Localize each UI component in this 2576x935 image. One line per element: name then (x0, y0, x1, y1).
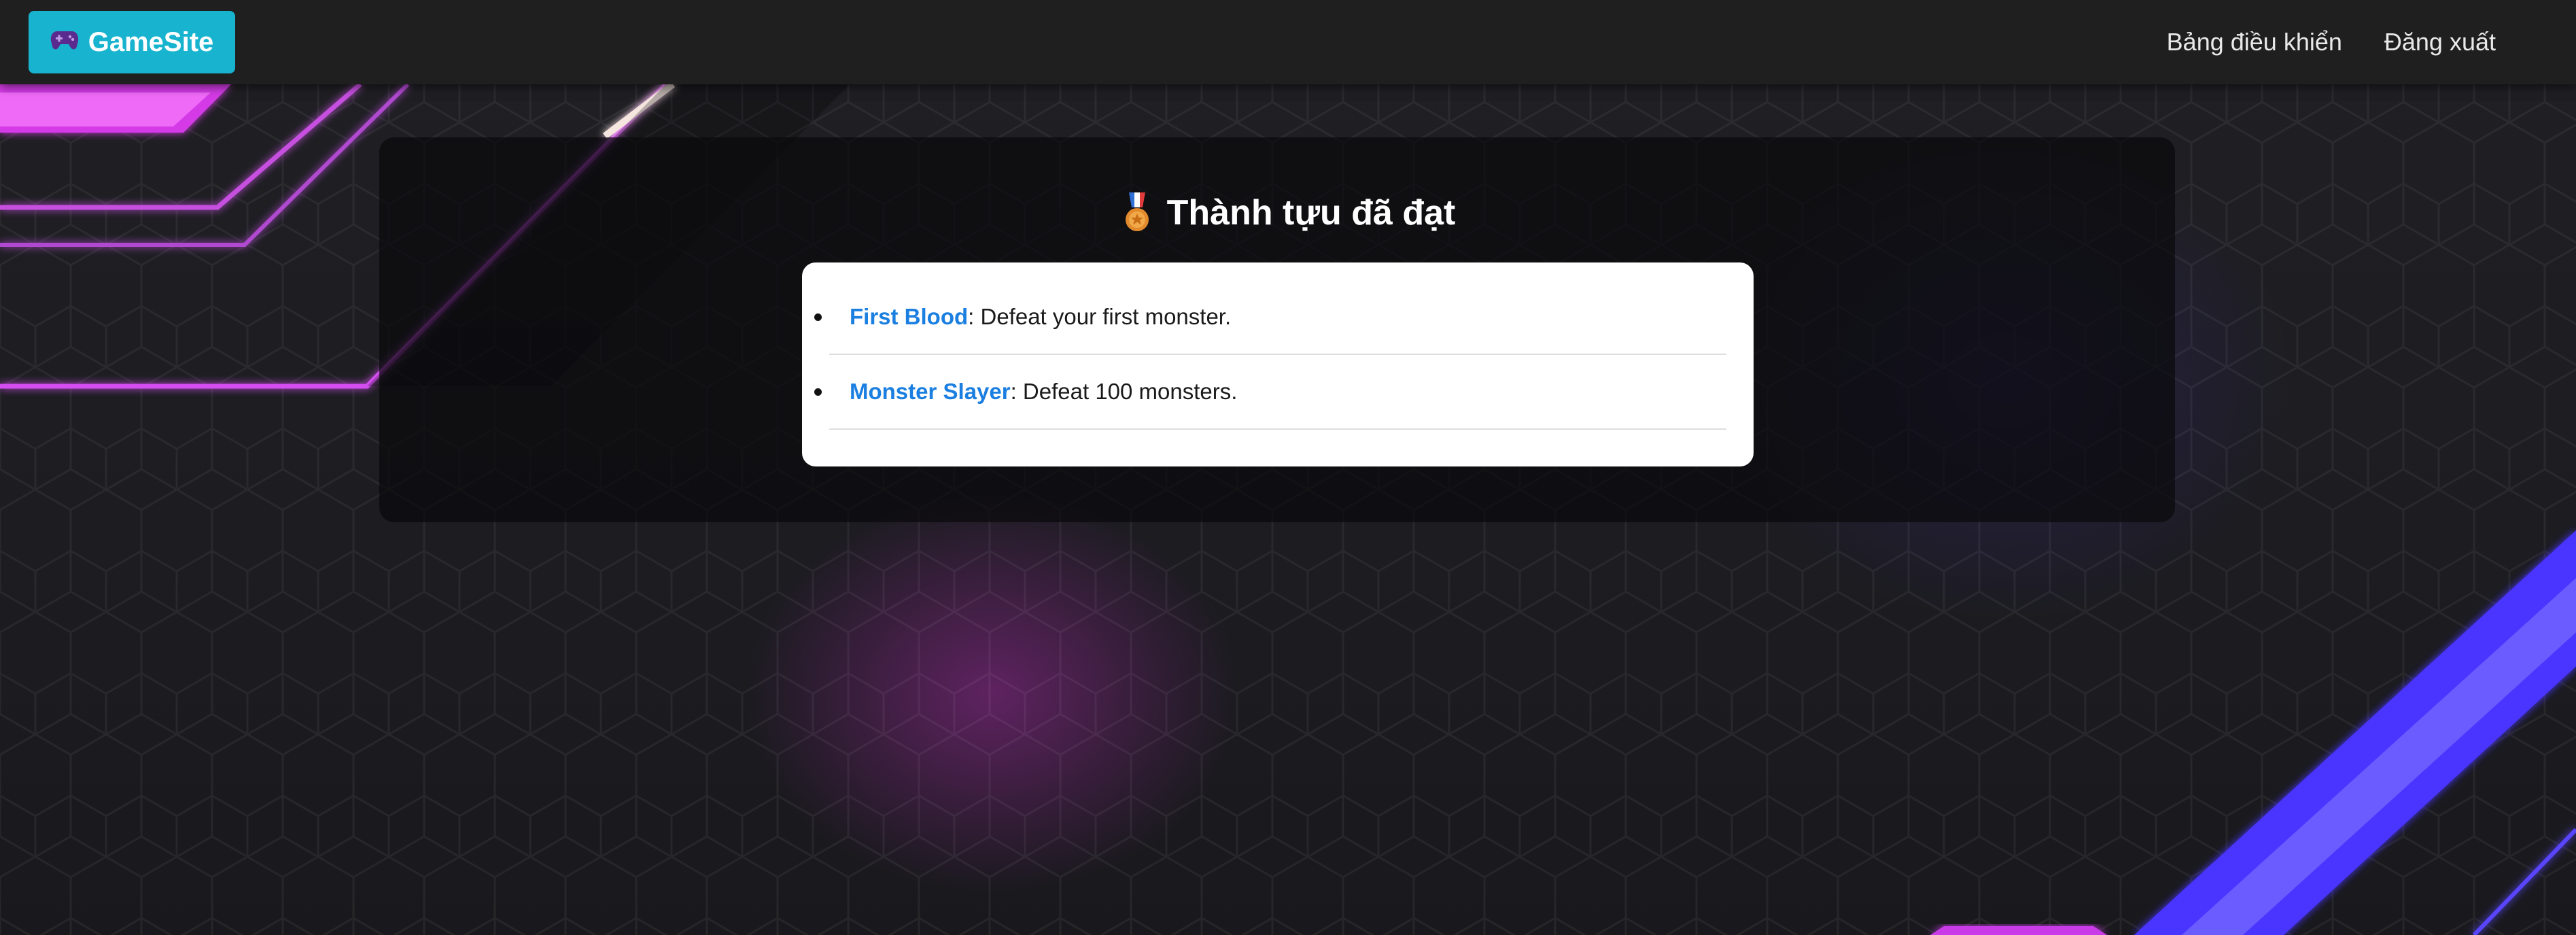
list-item: First Blood : Defeat your first monster. (814, 280, 1726, 355)
page: GameSite Bảng điều khiển Đăng xuất Thành… (0, 0, 2576, 935)
medal-icon (1121, 192, 1153, 233)
achievements-card: First Blood : Defeat your first monster.… (802, 262, 1754, 466)
bullet-icon (814, 388, 822, 396)
nav-link-logout[interactable]: Đăng xuất (2384, 28, 2496, 56)
gamepad-icon (50, 29, 79, 55)
brand-label: GameSite (88, 27, 214, 57)
brand-button[interactable]: GameSite (29, 11, 235, 73)
achievement-description: : Defeat 100 monsters. (1010, 379, 1238, 404)
achievement-description: : Defeat your first monster. (968, 304, 1232, 329)
page-title: Thành tựu đã đạt (0, 189, 2576, 237)
achievement-name[interactable]: Monster Slayer (850, 379, 1011, 405)
nav-link-dashboard[interactable]: Bảng điều khiển (2167, 28, 2342, 56)
nav-links: Bảng điều khiển Đăng xuất (2167, 0, 2496, 84)
bullet-icon (814, 313, 822, 321)
achievement-name[interactable]: First Blood (850, 304, 968, 330)
list-item: Monster Slayer : Defeat 100 monsters. (814, 355, 1726, 430)
page-title-text: Thành tựu đã đạt (1166, 193, 1456, 233)
top-navbar: GameSite Bảng điều khiển Đăng xuất (0, 0, 2576, 84)
